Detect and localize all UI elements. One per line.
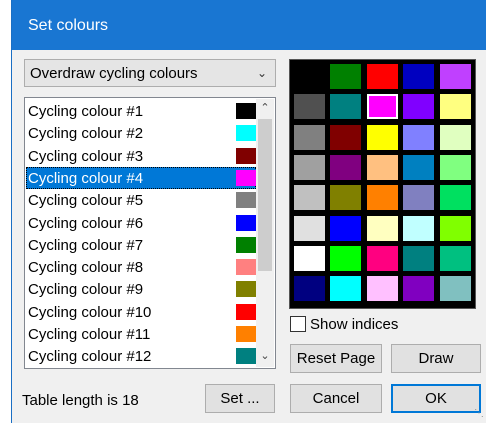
window-title: Set colours <box>28 17 109 34</box>
colour-swatch <box>236 125 258 142</box>
palette-cell[interactable] <box>403 124 435 150</box>
list-item[interactable]: Cycling colour #5 <box>26 189 258 211</box>
palette-cell[interactable] <box>403 245 435 271</box>
chevron-up-icon: ⌃ <box>260 102 270 114</box>
colour-swatch <box>236 326 258 342</box>
list-item-label: Cycling colour #9 <box>28 281 144 299</box>
list-item-label: Cycling colour #10 <box>28 303 152 321</box>
palette-cell[interactable] <box>294 124 325 150</box>
list-item-label: Cycling colour #1 <box>28 103 144 120</box>
palette-cell[interactable] <box>330 276 362 302</box>
list-item[interactable]: Cycling colour #1 <box>26 100 258 122</box>
set-colours-dialog: Set colours Overdraw cycling colours ⌄ C… <box>11 0 486 423</box>
set-button[interactable]: Set ... <box>205 384 275 413</box>
palette-cell[interactable] <box>403 154 435 180</box>
colour-swatch <box>236 348 258 365</box>
cycling-colour-list[interactable]: Cycling colour #1 Cycling colour #2 Cyclin… <box>24 97 276 369</box>
resize-grip-icon[interactable]: ⋱ <box>474 408 484 419</box>
palette-cell[interactable] <box>439 245 471 271</box>
list-item-label: Cycling colour #5 <box>28 192 144 210</box>
scroll-up-button[interactable]: ⌃ <box>256 101 274 117</box>
palette-cell[interactable] <box>366 185 398 211</box>
ok-button[interactable]: OK <box>391 384 481 413</box>
palette-cell[interactable] <box>439 64 471 89</box>
palette-cell[interactable] <box>403 185 435 211</box>
palette-cell[interactable] <box>439 124 471 150</box>
colour-swatch <box>236 103 258 119</box>
list-item-label: Cycling colour #6 <box>28 214 144 232</box>
show-indices-label[interactable]: Show indices <box>310 316 398 333</box>
list-item-label: Cycling colour #7 <box>28 236 144 254</box>
palette-cell[interactable] <box>403 64 435 89</box>
list-item[interactable]: Cycling colour #6 <box>26 212 258 234</box>
scroll-down-button[interactable]: ⌄ <box>256 349 274 365</box>
palette-cell[interactable] <box>330 124 362 150</box>
palette-cell[interactable] <box>366 154 398 180</box>
palette-cell[interactable] <box>439 185 471 211</box>
palette-cell[interactable] <box>330 245 362 271</box>
palette-cell[interactable] <box>439 94 471 120</box>
list-item[interactable]: Cycling colour #10 <box>26 301 258 323</box>
colour-swatch <box>236 147 258 164</box>
palette-cell[interactable] <box>366 276 398 302</box>
palette-cell[interactable] <box>294 94 325 120</box>
colour-palette-grid <box>289 59 476 309</box>
palette-cell[interactable] <box>366 124 398 150</box>
reset-page-button[interactable]: Reset Page <box>290 344 382 373</box>
colour-swatch <box>236 214 258 231</box>
show-indices-checkbox[interactable] <box>290 316 306 332</box>
list-item[interactable]: Cycling colour #2 <box>26 122 258 144</box>
cancel-button[interactable]: Cancel <box>290 384 382 413</box>
colour-swatch <box>236 259 258 276</box>
colour-swatch <box>236 303 258 320</box>
colour-swatch <box>236 192 258 209</box>
palette-cell[interactable] <box>294 185 325 211</box>
palette-cell[interactable] <box>330 185 362 211</box>
palette-cell[interactable] <box>439 154 471 180</box>
colour-swatch <box>236 281 258 298</box>
list-item-label: Cycling colour #3 <box>28 147 144 165</box>
palette-cell[interactable] <box>403 215 435 241</box>
draw-button[interactable]: Draw <box>391 344 481 373</box>
dropdown-value: Overdraw cycling colours <box>30 65 198 82</box>
list-item[interactable]: Cycling colour #9 <box>26 278 258 300</box>
palette-cell[interactable] <box>294 245 325 271</box>
list-item[interactable]: Cycling colour #8 <box>26 256 258 278</box>
chevron-down-icon: ⌄ <box>256 66 267 80</box>
scroll-thumb[interactable] <box>258 119 272 271</box>
list-item[interactable]: Cycling colour #7 <box>26 234 258 256</box>
list-item-label: Cycling colour #8 <box>28 259 144 277</box>
palette-cell[interactable] <box>330 94 362 120</box>
palette-cell[interactable] <box>294 64 325 89</box>
colour-swatch <box>236 236 258 253</box>
colour-swatch <box>236 169 258 186</box>
palette-cell[interactable] <box>439 276 471 302</box>
palette-cell[interactable] <box>366 94 398 120</box>
palette-cell[interactable] <box>439 215 471 241</box>
list-item[interactable]: Cycling colour #3 <box>26 145 258 167</box>
list-item[interactable]: Cycling colour #4 <box>26 166 258 189</box>
list-scrollbar[interactable]: ⌃ ⌄ <box>256 99 274 367</box>
chevron-down-icon: ⌄ <box>260 350 270 362</box>
list-item-label: Cycling colour #2 <box>28 125 144 143</box>
palette-cell[interactable] <box>366 64 398 89</box>
palette-cell[interactable] <box>403 94 435 120</box>
list-item[interactable]: Cycling colour #11 <box>26 323 258 345</box>
palette-cell[interactable] <box>330 215 362 241</box>
palette-cell[interactable] <box>294 276 325 302</box>
list-item-label: Cycling colour #12 <box>28 348 152 366</box>
palette-cell[interactable] <box>366 245 398 271</box>
title-bar[interactable]: Set colours <box>12 0 486 50</box>
palette-cell[interactable] <box>366 215 398 241</box>
list-item[interactable]: Cycling colour #12 <box>26 345 258 367</box>
palette-cell[interactable] <box>330 64 362 89</box>
palette-cell[interactable] <box>330 154 362 180</box>
palette-cell[interactable] <box>294 215 325 241</box>
palette-cell[interactable] <box>403 276 435 302</box>
colour-set-dropdown[interactable]: Overdraw cycling colours ⌄ <box>24 59 276 87</box>
table-length-status: Table length is 18 <box>22 392 139 409</box>
list-item-label: Cycling colour #4 <box>28 169 144 187</box>
list-item-label: Cycling colour #11 <box>28 326 151 343</box>
palette-cell[interactable] <box>294 154 325 180</box>
